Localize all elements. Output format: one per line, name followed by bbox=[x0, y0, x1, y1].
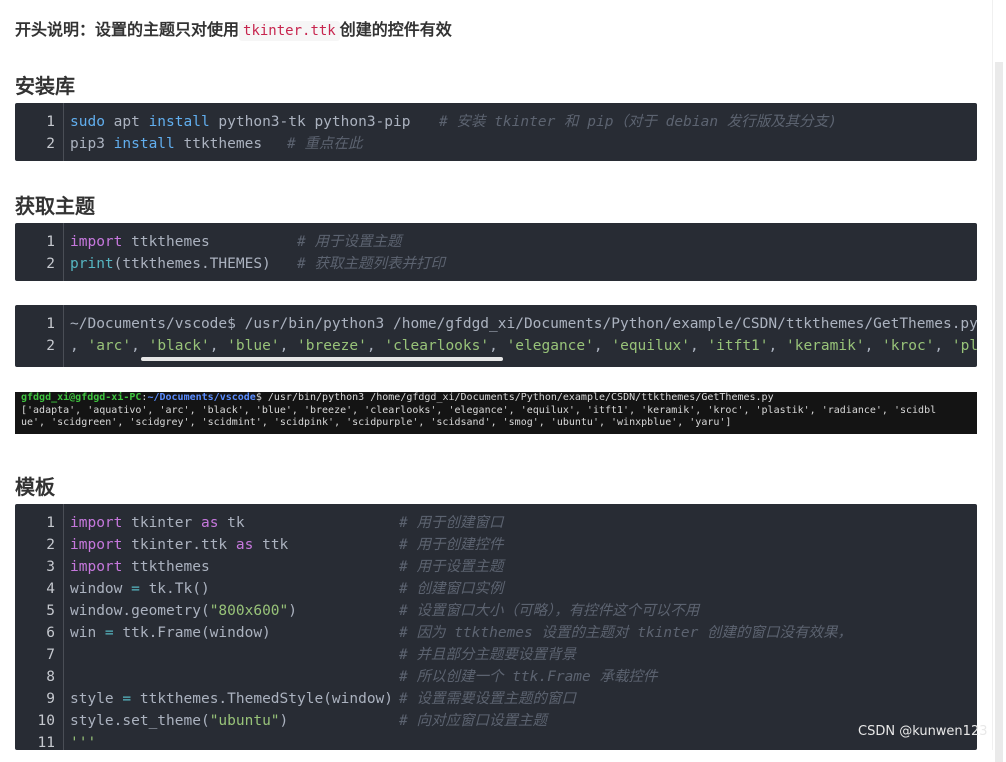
code-line: 2, 'arc', 'black', 'blue', 'breeze', 'cl… bbox=[15, 335, 977, 357]
heading-get-themes: 获取主题 bbox=[15, 194, 95, 218]
heading-template: 模板 bbox=[15, 475, 55, 499]
code-line: 2 import tkinter.ttk as ttk # 用于创建控件 bbox=[46, 537, 504, 553]
theme-string: 'elegance' bbox=[506, 338, 594, 354]
code-line: 9 style = ttkthemes.ThemedStyle(window) # … bbox=[46, 691, 576, 707]
code-block-output[interactable]: 1 ~/Documents/vscode$ /usr/bin/python3 /h… bbox=[15, 305, 977, 367]
code-line: 4 window = tk.Tk() # 创建窗口实例 bbox=[46, 581, 504, 597]
code-block-install: 1 sudo apt install python3-tk python3-pip… bbox=[15, 103, 977, 161]
code-line: 5 window.geometry("800x600") # 设置窗口大小（可略），… bbox=[46, 603, 700, 619]
code-block-get-themes: 1 import ttkthemes # 用于设置主题 2 print(ttkthem… bbox=[15, 223, 977, 281]
code-block-template: 1 import tkinter as tk # 用于创建窗口 2 import tk… bbox=[15, 504, 977, 750]
code-line: 7 # 并且部分主题要设置背景 bbox=[46, 647, 576, 663]
code-line: 11 ''' bbox=[37, 735, 97, 750]
code-line: 1 sudo apt install python3-tk python3-pip… bbox=[46, 114, 838, 130]
inline-code: tkinter.ttk bbox=[239, 21, 340, 41]
theme-string: 'itft1' bbox=[707, 338, 769, 354]
theme-string: 'arc' bbox=[87, 338, 132, 354]
code-line: 3 import ttkthemes # 用于设置主题 bbox=[46, 559, 504, 575]
theme-string: 'equilux' bbox=[611, 338, 690, 354]
code-line: 6 win = ttk.Frame(window) # 因为 ttkthemes 设… bbox=[46, 625, 853, 641]
theme-string: 'blue' bbox=[227, 338, 280, 354]
code-line: 2 pip3 install ttkthemes # 重点在此 bbox=[46, 136, 363, 152]
code-line: 1 import ttkthemes # 用于设置主题 bbox=[46, 234, 402, 250]
theme-string: 'kroc' bbox=[882, 338, 935, 354]
page-scrollbar-thumb[interactable] bbox=[995, 62, 1003, 762]
theme-string: 'clearlooks' bbox=[384, 338, 490, 354]
themes-list: , 'arc', 'black', 'blue', 'breeze', 'cle… bbox=[70, 335, 977, 357]
intro-note: 开头说明：设置的主题只对使用 tkinter.ttk 创建的控件有效 bbox=[15, 20, 452, 41]
theme-string: 'breeze' bbox=[297, 338, 367, 354]
code-line: 10 style.set_theme("ubuntu") # 向对应窗口设置主题 bbox=[37, 713, 547, 729]
code-line: 1 import tkinter as tk # 用于创建窗口 bbox=[46, 515, 504, 531]
code-line: 2 print(ttkthemes.THEMES) # 获取主题列表并打印 bbox=[46, 256, 445, 272]
theme-string: 'plas bbox=[951, 338, 977, 354]
watermark: CSDN @kunwen123 bbox=[858, 724, 988, 739]
heading-install: 安装库 bbox=[15, 74, 75, 98]
code-line: 1 ~/Documents/vscode$ /usr/bin/python3 /h… bbox=[46, 316, 977, 332]
horizontal-scrollbar[interactable] bbox=[141, 357, 503, 361]
terminal-screenshot: gfdgd_xi@gfdgd-xi-PC:~/Documents/vscode$… bbox=[15, 392, 977, 434]
theme-string: 'black' bbox=[148, 338, 210, 354]
theme-string: 'keramik' bbox=[785, 338, 865, 354]
code-line: 8 # 所以创建一个 ttk.Frame 承载控件 bbox=[46, 669, 658, 685]
